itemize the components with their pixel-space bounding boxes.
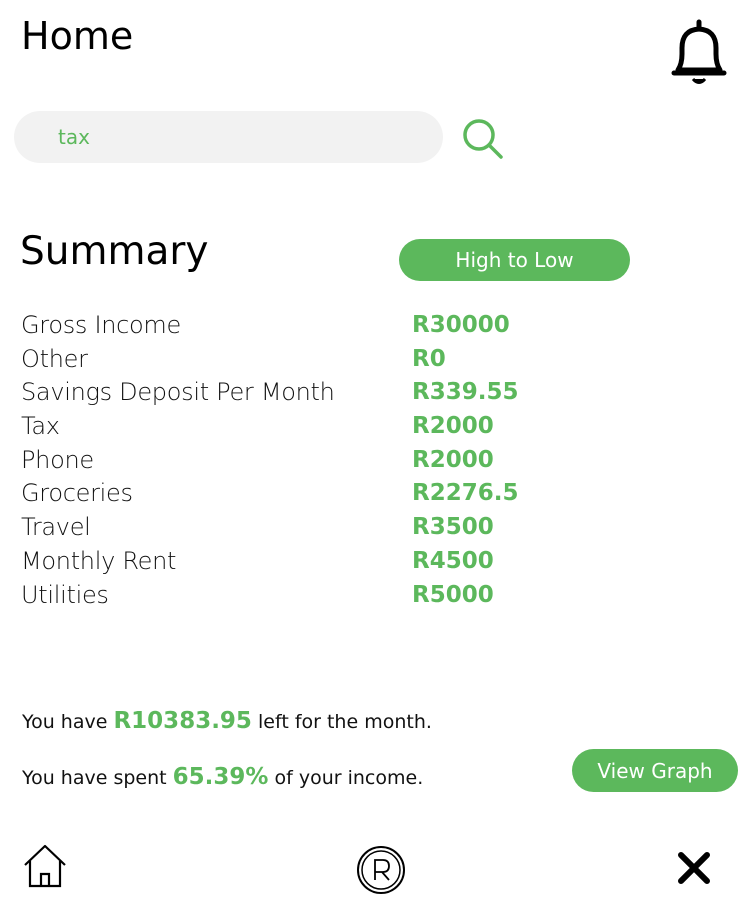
summary-row: Tax R2000: [21, 409, 621, 443]
summary-row-value: R3500: [412, 514, 494, 541]
summary-list: Gross Income R30000 Other R0 Savings Deposit…: [21, 308, 621, 611]
remaining-prefix: You have: [22, 711, 108, 733]
summary-row: Utilities R5000: [21, 578, 621, 612]
summary-row-label: Savings Deposit Per Month: [21, 378, 335, 407]
summary-row: Savings Deposit Per Month R339.55: [21, 375, 621, 409]
summary-row: Monthly Rent R4500: [21, 544, 621, 578]
search-input[interactable]: [58, 123, 418, 151]
home-icon[interactable]: [22, 843, 68, 889]
remaining-text: You have R10383.95 left for the month.: [22, 708, 432, 734]
summary-row-label: Utilities: [21, 580, 109, 609]
spent-suffix: of your income.: [274, 767, 424, 789]
summary-row-label: Monthly Rent: [21, 546, 177, 575]
spent-percent: 65.39%: [172, 764, 269, 790]
summary-row-label: Tax: [21, 412, 60, 441]
close-icon[interactable]: [676, 850, 712, 886]
search-icon[interactable]: [460, 116, 506, 162]
summary-row-label: Phone: [21, 445, 94, 474]
sort-button[interactable]: High to Low: [399, 239, 630, 281]
summary-row-label: Gross Income: [21, 311, 181, 339]
summary-row-value: R339.55: [412, 379, 519, 406]
summary-title: Summary: [20, 229, 209, 274]
remaining-suffix: left for the month.: [258, 711, 432, 733]
search-bar: [14, 111, 443, 163]
summary-row-label: Other: [21, 344, 88, 373]
summary-row-value: R5000: [412, 581, 494, 608]
summary-row-value: R2276.5: [412, 480, 519, 507]
summary-row-value: R2000: [412, 446, 494, 473]
summary-row-label: Travel: [21, 513, 91, 542]
summary-row-value: R4500: [412, 547, 494, 574]
bell-icon[interactable]: [668, 18, 730, 88]
summary-row: Gross Income R30000: [21, 308, 621, 342]
summary-row: Other R0: [21, 342, 621, 376]
remaining-amount: R10383.95: [113, 708, 252, 734]
summary-row-value: R0: [412, 345, 446, 372]
summary-row-label: Groceries: [21, 479, 133, 508]
spent-text: You have spent 65.39% of your income.: [22, 764, 423, 790]
page-title: Home: [21, 14, 134, 58]
summary-row-value: R2000: [412, 413, 494, 440]
summary-row: Groceries R2276.5: [21, 476, 621, 510]
view-graph-button[interactable]: View Graph: [572, 749, 738, 792]
spent-prefix: You have spent: [22, 767, 167, 789]
summary-row: Travel R3500: [21, 510, 621, 544]
registered-icon[interactable]: [356, 845, 406, 895]
summary-row-value: R30000: [412, 312, 510, 338]
summary-row: Phone R2000: [21, 443, 621, 477]
